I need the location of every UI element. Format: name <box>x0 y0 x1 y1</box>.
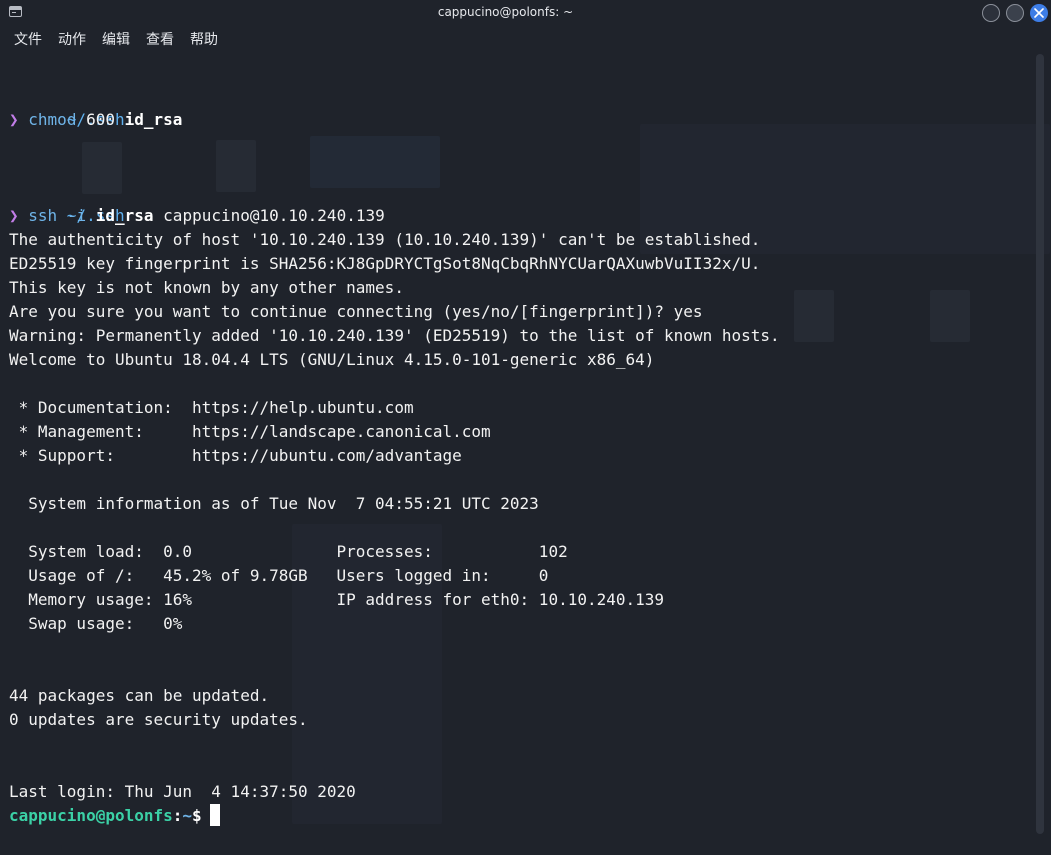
output-line: 0 updates are security updates. <box>9 710 308 729</box>
prompt-symbol: ❯ <box>9 110 19 129</box>
command-arg: cappucino@10.10.240.139 <box>163 206 385 225</box>
menu-bar: 文件 动作 编辑 查看 帮助 <box>0 26 1051 54</box>
prompt-user-host: cappucino@polonfs <box>9 806 173 825</box>
menu-file[interactable]: 文件 <box>14 32 42 48</box>
text-cursor[interactable] <box>209 804 220 826</box>
command-line: ❯ chmod 600 id_rsa <box>9 108 182 132</box>
output-line: * Support: https://ubuntu.com/advantage <box>9 446 462 465</box>
prompt-colon: : <box>172 806 183 825</box>
output-line: Usage of /: 45.2% of 9.78GB Users logged… <box>9 566 549 585</box>
output-line: Swap usage: 0% <box>9 614 183 633</box>
output-line: ED25519 key fingerprint is SHA256:KJ8GpD… <box>9 254 761 273</box>
menu-action[interactable]: 动作 <box>58 32 86 48</box>
command-line: ❯ ssh -i id_rsa cappucino@10.10.240.139 <box>9 204 385 228</box>
scrollbar[interactable] <box>1036 54 1044 834</box>
prompt-symbol: ❯ <box>9 206 19 225</box>
prompt-cwd: ~ <box>182 806 193 825</box>
menu-view[interactable]: 查看 <box>146 32 174 48</box>
menu-edit[interactable]: 编辑 <box>102 32 130 48</box>
close-button[interactable] <box>1030 4 1048 22</box>
output-line: * Documentation: https://help.ubuntu.com <box>9 398 414 417</box>
title-bar[interactable]: cappucino@polonfs: ~ <box>0 0 1051 26</box>
window-title: cappucino@polonfs: ~ <box>437 5 574 19</box>
terminal-output[interactable]: ~/.ssh ❯ chmod 600 id_rsa ~/.ssh ❯ ssh -… <box>0 84 1030 854</box>
prompt-path-line: ~/.ssh <box>9 180 125 225</box>
shell-prompt-line[interactable]: cappucino@polonfs:~$ <box>9 804 220 828</box>
output-line: Warning: Permanently added '10.10.240.13… <box>9 326 780 345</box>
output-line: 44 packages can be updated. <box>9 686 270 705</box>
output-line: Last login: Thu Jun 4 14:37:50 2020 <box>9 782 356 801</box>
command-arg: id_rsa <box>95 206 154 225</box>
output-line: Memory usage: 16% IP address for eth0: 1… <box>9 590 665 609</box>
minimize-button[interactable] <box>982 4 1000 22</box>
maximize-button[interactable] <box>1006 4 1024 22</box>
output-line: Are you sure you want to continue connec… <box>9 302 703 321</box>
output-line: * Management: https://landscape.canonica… <box>9 422 491 441</box>
command-name: ssh <box>28 206 58 225</box>
output-line: This key is not known by any other names… <box>9 278 404 297</box>
menu-help[interactable]: 帮助 <box>190 32 218 48</box>
terminal-window: cappucino@polonfs: ~ 文件 动作 编辑 查看 帮助 ~/.s… <box>0 0 1051 855</box>
prompt-dollar: $ <box>192 806 202 825</box>
output-line: The authenticity of host '10.10.240.139 … <box>9 230 761 249</box>
output-line: System information as of Tue Nov 7 04:55… <box>9 494 539 513</box>
output-line: Welcome to Ubuntu 18.04.4 LTS (GNU/Linux… <box>9 350 655 369</box>
command-flag: -i <box>66 206 87 225</box>
command-arg: id_rsa <box>124 110 183 129</box>
prompt-path-line: ~/.ssh <box>9 84 125 129</box>
close-icon <box>1034 8 1044 18</box>
output-line: System load: 0.0 Processes: 102 <box>9 542 568 561</box>
command-name: chmod <box>28 110 77 129</box>
command-arg: 600 <box>86 110 115 129</box>
